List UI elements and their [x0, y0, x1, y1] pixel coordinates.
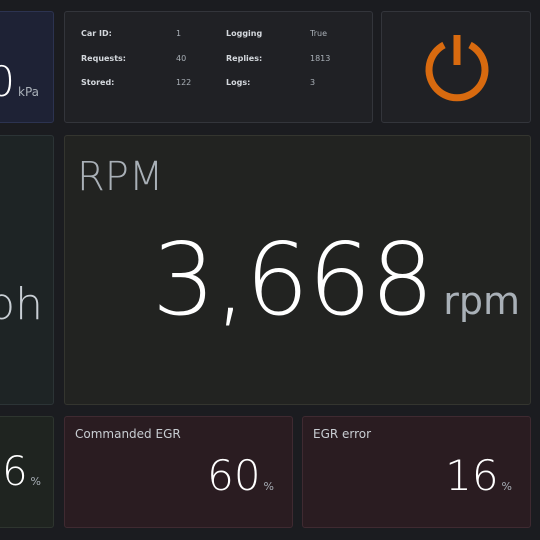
- speed-value-row: ph: [0, 279, 43, 330]
- info-row-stored: Stored: 122 Logs: 3: [81, 78, 330, 103]
- egr-error-unit: %: [501, 480, 512, 493]
- info-row-requests: Requests: 40 Replies: 1813: [81, 54, 330, 79]
- commanded-egr-unit: %: [263, 480, 274, 493]
- logs-label: Logs:: [226, 78, 251, 87]
- rpm-card: RPM 3,668 rpm: [64, 135, 531, 405]
- rpm-value-row: 3,668 rpm: [152, 221, 520, 338]
- egr-error-title: EGR error: [313, 427, 372, 441]
- replies-label: Replies:: [226, 53, 263, 63]
- requests-label: Requests:: [81, 53, 126, 63]
- status-info-card: Car ID: 1 Logging True Requests: 40 Repl…: [64, 11, 373, 123]
- left-percent-value: 6: [2, 449, 28, 495]
- left-percent-unit: %: [30, 475, 41, 488]
- rpm-value: 3,668: [151, 221, 434, 338]
- pressure-value-row: 0kPa: [0, 57, 39, 106]
- commanded-egr-card: Commanded EGR 60%: [64, 416, 293, 528]
- pressure-value: 0: [0, 57, 15, 106]
- speed-card: ph: [0, 135, 54, 405]
- car-id-value: 1: [176, 29, 182, 38]
- replies-value: 1813: [310, 53, 331, 63]
- requests-value: 40: [176, 53, 187, 63]
- stored-value: 122: [176, 78, 192, 87]
- logging-value: True: [310, 29, 327, 38]
- rpm-title: RPM: [77, 154, 164, 200]
- power-button[interactable]: [422, 32, 492, 102]
- pressure-unit: kPa: [18, 85, 39, 99]
- stored-label: Stored:: [81, 78, 115, 87]
- speed-unit-partial: ph: [0, 279, 43, 330]
- left-percent-card: 6%: [0, 416, 54, 528]
- commanded-egr-title: Commanded EGR: [75, 427, 181, 441]
- status-info-grid: Car ID: 1 Logging True Requests: 40 Repl…: [81, 29, 330, 103]
- commanded-egr-value: 60: [207, 451, 261, 500]
- commanded-egr-value-row: 60%: [207, 451, 274, 500]
- pressure-card: 0kPa: [0, 11, 54, 123]
- power-card: [381, 11, 531, 123]
- logging-label: Logging: [226, 29, 263, 38]
- egr-error-value: 16: [445, 451, 499, 500]
- egr-error-value-row: 16%: [445, 451, 512, 500]
- left-percent-value-row: 6%: [2, 449, 41, 495]
- rpm-unit: rpm: [443, 279, 520, 323]
- car-id-label: Car ID:: [81, 29, 112, 38]
- info-row-car-id: Car ID: 1 Logging True: [81, 29, 330, 54]
- logs-value: 3: [310, 78, 316, 87]
- power-icon: [425, 35, 489, 102]
- egr-error-card: EGR error 16%: [302, 416, 531, 528]
